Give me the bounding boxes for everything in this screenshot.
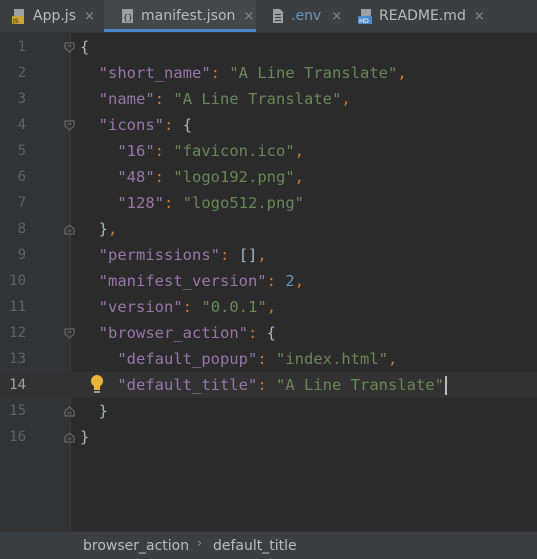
line-number: 5: [17, 143, 26, 159]
code-text[interactable]: "default_popup": "index.html",: [80, 346, 397, 372]
lightbulb-icon[interactable]: [88, 373, 106, 395]
code-text[interactable]: {: [80, 34, 89, 60]
code-text[interactable]: "manifest_version": 2,: [80, 268, 304, 294]
code-line[interactable]: 15 }: [0, 398, 537, 424]
code-text[interactable]: "16": "favicon.ico",: [80, 138, 304, 164]
tab-app-js[interactable]: JS App.js ×: [0, 0, 104, 32]
code-text[interactable]: "name": "A Line Translate",: [80, 86, 351, 112]
code-line[interactable]: 6 "48": "logo192.png",: [0, 164, 537, 190]
code-line[interactable]: 13 "default_popup": "index.html",: [0, 346, 537, 372]
line-number: 16: [9, 429, 26, 445]
code-line[interactable]: 11 "version": "0.0.1",: [0, 294, 537, 320]
code-text[interactable]: },: [80, 216, 118, 242]
tab-manifest-json[interactable]: {} manifest.json ×: [104, 0, 256, 32]
tab-label: README.md: [379, 8, 466, 24]
tab-readme-md[interactable]: MD README.md ×: [350, 0, 500, 32]
line-number: 3: [17, 91, 26, 107]
code-text[interactable]: "48": "logo192.png",: [80, 164, 304, 190]
code-line[interactable]: 12 "browser_action": {: [0, 320, 537, 346]
code-text[interactable]: "icons": {: [80, 112, 192, 138]
line-number: 4: [17, 117, 26, 133]
fold-end-icon[interactable]: [64, 432, 75, 443]
code-line[interactable]: 16}: [0, 424, 537, 450]
code-text[interactable]: "128": "logo512.png": [80, 190, 304, 216]
breadcrumb-bar: browser_action › default_title: [0, 531, 537, 559]
svg-text:MD: MD: [359, 18, 369, 24]
fold-end-icon[interactable]: [64, 406, 75, 417]
code-text[interactable]: }: [80, 398, 108, 424]
code-text[interactable]: "browser_action": {: [80, 320, 276, 346]
code-text[interactable]: "short_name": "A Line Translate",: [80, 60, 407, 86]
code-line[interactable]: 4 "icons": {: [0, 112, 537, 138]
line-number: 2: [17, 65, 26, 81]
line-number: 12: [9, 325, 26, 341]
markdown-file-icon: MD: [358, 8, 374, 25]
code-line[interactable]: 5 "16": "favicon.ico",: [0, 138, 537, 164]
fold-collapse-icon[interactable]: [64, 328, 75, 339]
tab-label: manifest.json: [141, 8, 236, 24]
code-line[interactable]: 1{: [0, 34, 537, 60]
breadcrumb-item-browser-action[interactable]: browser_action: [83, 538, 189, 554]
line-number: 6: [17, 169, 26, 185]
close-icon[interactable]: ×: [331, 9, 342, 24]
code-line[interactable]: 9 "permissions": [],: [0, 242, 537, 268]
code-text[interactable]: "permissions": [],: [80, 242, 267, 268]
fold-collapse-icon[interactable]: [64, 42, 75, 53]
code-text[interactable]: }: [80, 424, 89, 450]
svg-text:JS: JS: [12, 18, 19, 24]
code-text[interactable]: "default_title": "A Line Translate": [80, 372, 444, 398]
line-number: 8: [17, 221, 26, 237]
code-line[interactable]: 7 "128": "logo512.png": [0, 190, 537, 216]
editor-tab-bar: JS App.js × {} manifest.json × .env × MD…: [0, 0, 537, 33]
breadcrumb-item-default-title[interactable]: default_title: [213, 538, 297, 554]
line-number: 13: [9, 351, 26, 367]
chevron-right-icon: ›: [197, 536, 203, 551]
fold-collapse-icon[interactable]: [64, 120, 75, 131]
line-number: 1: [17, 39, 26, 55]
line-number: 14: [9, 377, 26, 393]
code-line[interactable]: 3 "name": "A Line Translate",: [0, 86, 537, 112]
line-number: 10: [9, 273, 26, 289]
text-file-icon: [270, 8, 286, 24]
line-number: 9: [17, 247, 26, 263]
code-text[interactable]: "version": "0.0.1",: [80, 294, 276, 320]
line-number: 11: [9, 299, 26, 315]
code-line[interactable]: 14 "default_title": "A Line Translate": [0, 372, 537, 398]
code-line[interactable]: 8 },: [0, 216, 537, 242]
tab-label: App.js: [33, 8, 76, 24]
js-file-icon: JS: [12, 8, 28, 25]
line-number: 7: [17, 195, 26, 211]
svg-text:{}: {}: [123, 13, 133, 22]
tab-label: .env: [291, 8, 322, 24]
tab-env[interactable]: .env ×: [256, 0, 350, 32]
line-number: 15: [9, 403, 26, 419]
text-cursor: [445, 376, 447, 395]
fold-end-icon[interactable]: [64, 224, 75, 235]
json-file-icon: {}: [120, 8, 136, 24]
close-icon[interactable]: ×: [84, 9, 95, 24]
code-editor[interactable]: 1{2 "short_name": "A Line Translate", 3 "…: [0, 33, 537, 531]
code-line[interactable]: 10 "manifest_version": 2,: [0, 268, 537, 294]
code-line[interactable]: 2 "short_name": "A Line Translate",: [0, 60, 537, 86]
close-icon[interactable]: ×: [474, 9, 485, 24]
close-icon[interactable]: ×: [243, 9, 254, 24]
